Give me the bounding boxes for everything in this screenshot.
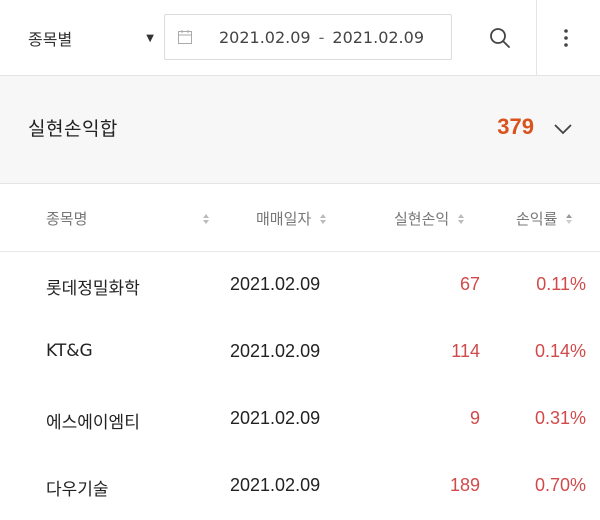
calendar-icon	[178, 30, 192, 44]
cell-realized-pnl: 67	[459, 274, 480, 294]
table-row[interactable]: 다우기술 2021.02.09 189 0.70%	[0, 453, 600, 520]
cell-return-rate: 0.70%	[534, 475, 586, 495]
sort-icon	[458, 213, 465, 224]
table-row[interactable]: 롯데정밀화학 2021.02.09 67 0.11%	[0, 252, 600, 319]
table-row[interactable]: KT&G 2021.02.09 114 0.14%	[0, 319, 600, 386]
table-header: 종목명 매매일자 실현손익 손익률	[0, 184, 600, 252]
cell-return-rate: 0.31%	[534, 408, 586, 428]
table-row[interactable]: 에스에이엠티 2021.02.09 9 0.31%	[0, 386, 600, 453]
date-to[interactable]: 2021.02.09	[332, 28, 424, 47]
cell-stock-name: 에스에이엠티	[46, 413, 140, 433]
header-label: 실현손익	[394, 210, 450, 228]
date-separator: -	[318, 27, 325, 47]
cell-realized-pnl: 189	[449, 475, 480, 495]
header-return-rate[interactable]: 손익률	[516, 208, 573, 229]
sort-icon	[320, 213, 327, 224]
header-label: 매매일자	[256, 210, 312, 228]
chevron-down-icon[interactable]	[552, 118, 574, 140]
search-icon	[490, 28, 510, 48]
cell-stock-name: 다우기술	[46, 480, 109, 500]
header-stock-name[interactable]: 종목명	[46, 208, 210, 229]
header-trade-date[interactable]: 매매일자	[256, 208, 327, 229]
sort-icon	[566, 213, 573, 224]
date-range-picker[interactable]: 2021.02.09 - 2021.02.09	[164, 14, 452, 60]
more-button[interactable]	[544, 16, 588, 60]
cell-stock-name: KT&G	[46, 341, 93, 361]
header-label: 종목명	[46, 210, 88, 228]
cell-return-rate: 0.14%	[534, 341, 586, 361]
sort-icon	[203, 213, 209, 224]
table-body: 롯데정밀화학 2021.02.09 67 0.11% KT&G 2021.02.…	[0, 252, 600, 520]
search-button[interactable]	[478, 16, 522, 60]
realized-pnl-summary: 실현손익합 379	[0, 76, 600, 184]
cell-realized-pnl: 9	[469, 408, 480, 428]
filter-select[interactable]: 종목별 ▼	[28, 22, 158, 54]
toolbar-divider	[536, 0, 537, 76]
filter-select-label: 종목별	[28, 30, 73, 49]
cell-stock-name: 롯데정밀화학	[46, 279, 140, 299]
cell-realized-pnl: 114	[451, 341, 480, 361]
summary-value: 379	[497, 114, 534, 139]
cell-return-rate: 0.11%	[536, 274, 586, 294]
cell-trade-date: 2021.02.09	[230, 274, 321, 294]
header-label: 손익률	[516, 210, 558, 228]
header-realized-pnl[interactable]: 실현손익	[394, 208, 465, 229]
caret-down-icon: ▼	[146, 32, 154, 44]
more-vertical-icon	[564, 29, 568, 47]
summary-label: 실현손익합	[28, 118, 118, 140]
date-from[interactable]: 2021.02.09	[219, 28, 311, 47]
cell-trade-date: 2021.02.09	[230, 475, 321, 495]
cell-trade-date: 2021.02.09	[230, 341, 321, 361]
toolbar: 종목별 ▼ 2021.02.09 - 2021.02.09	[0, 0, 600, 76]
cell-trade-date: 2021.02.09	[230, 408, 321, 428]
